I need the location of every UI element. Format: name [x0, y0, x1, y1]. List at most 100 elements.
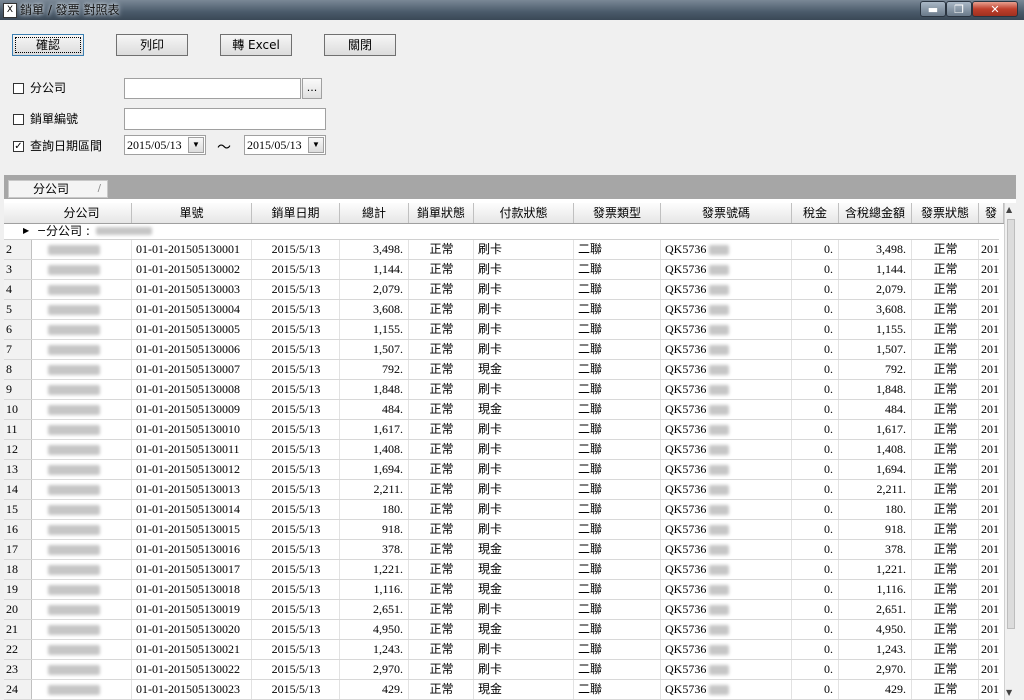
row-number: 24 — [4, 680, 32, 699]
table-row[interactable]: 17 01-01-201505130016 2015/5/13 378. 正常 現金 二聯 Q… — [4, 540, 999, 560]
column-header[interactable]: 發票號碼 — [661, 203, 792, 223]
table-row[interactable]: 19 01-01-201505130018 2015/5/13 1,116. 正常 現金 二… — [4, 580, 999, 600]
column-header[interactable]: 付款狀態 — [474, 203, 574, 223]
collapse-icon[interactable]: − — [37, 224, 46, 237]
cell-pay: 刷卡 — [478, 602, 503, 616]
branch-input[interactable] — [124, 78, 301, 99]
cell-inv-type: 二聯 — [578, 362, 603, 376]
cell-tax: 0. — [824, 482, 833, 496]
order-number-input[interactable] — [124, 108, 326, 130]
order-number-checkbox[interactable] — [13, 114, 24, 125]
column-header[interactable]: 銷單日期 — [252, 203, 340, 223]
date-from-picker[interactable]: 2015/05/13 ▼ — [124, 135, 206, 155]
group-by-branch-chip[interactable]: 分公司 / — [8, 180, 108, 198]
table-row[interactable]: 22 01-01-201505130021 2015/5/13 1,243. 正常 刷卡 二… — [4, 640, 999, 660]
column-header[interactable]: 發票狀態 — [912, 203, 979, 223]
cell-status: 正常 — [429, 282, 454, 296]
cell-status: 正常 — [429, 362, 454, 376]
cell-order: 01-01-201505130002 — [136, 262, 240, 276]
close-window-button[interactable]: ✕ — [972, 1, 1018, 17]
redacted-branch-name — [48, 265, 100, 275]
cell-order: 01-01-201505130004 — [136, 302, 240, 316]
table-row[interactable]: 8 01-01-201505130007 2015/5/13 792. 正常 現金 二聯 QK… — [4, 360, 999, 380]
table-row[interactable]: 4 01-01-201505130003 2015/5/13 2,079. 正常 刷卡 二聯… — [4, 280, 999, 300]
column-header[interactable]: 分公司 — [32, 203, 132, 223]
table-row[interactable]: 5 01-01-201505130004 2015/5/13 3,608. 正常 刷卡 二聯… — [4, 300, 999, 320]
dropdown-arrow-icon[interactable]: ▼ — [188, 137, 204, 153]
table-row[interactable]: 3 01-01-201505130002 2015/5/13 1,144. 正常 刷卡 二聯… — [4, 260, 999, 280]
date-range-checkbox[interactable]: ✓ — [13, 141, 24, 152]
group-row[interactable]: ▶ − 分公司 : — [4, 224, 999, 240]
column-header[interactable]: 總計 — [340, 203, 409, 223]
table-row[interactable]: 21 01-01-201505130020 2015/5/13 4,950. 正常 現金 二… — [4, 620, 999, 640]
table-row[interactable]: 18 01-01-201505130017 2015/5/13 1,221. 正常 現金 二… — [4, 560, 999, 580]
table-row[interactable]: 14 01-01-201505130013 2015/5/13 2,211. 正常 刷卡 二… — [4, 480, 999, 500]
column-header[interactable]: 含稅總金額 — [839, 203, 912, 223]
export-excel-button[interactable]: 轉 Excel — [220, 34, 292, 56]
cell-pay: 刷卡 — [478, 422, 503, 436]
column-header[interactable]: 發 — [979, 203, 1004, 223]
title-bar[interactable]: X 銷單 / 發票 對照表 ▬ ❐ ✕ — [0, 0, 1024, 20]
table-row[interactable]: 23 01-01-201505130022 2015/5/13 2,970. 正常 刷卡 二… — [4, 660, 999, 680]
cell-order: 01-01-201505130008 — [136, 382, 240, 396]
table-row[interactable]: 11 01-01-201505130010 2015/5/13 1,617. 正常 刷卡 二… — [4, 420, 999, 440]
scroll-thumb[interactable] — [1007, 219, 1015, 629]
table-row[interactable]: 2 01-01-201505130001 2015/5/13 3,498. 正常 刷卡 二聯… — [4, 240, 999, 260]
redacted-invoice-suffix — [709, 405, 729, 415]
confirm-button[interactable]: 確認 — [12, 34, 84, 56]
redacted-invoice-suffix — [709, 445, 729, 455]
redacted-invoice-suffix — [709, 585, 729, 595]
cell-tax: 0. — [824, 382, 833, 396]
cell-total: 429. — [382, 682, 403, 696]
scroll-down-icon[interactable]: ▼ — [1006, 688, 1012, 697]
cell-inv-type: 二聯 — [578, 542, 603, 556]
cell-inv-type: 二聯 — [578, 242, 603, 256]
dropdown-arrow-icon[interactable]: ▼ — [308, 137, 324, 153]
table-row[interactable]: 7 01-01-201505130006 2015/5/13 1,507. 正常 刷卡 二聯… — [4, 340, 999, 360]
redacted-invoice-suffix — [709, 425, 729, 435]
maximize-button[interactable]: ❐ — [946, 1, 972, 17]
data-grid[interactable]: 分公司 單號 銷單日期 總計 銷單狀態 付款狀態 發票類型 發票號碼 稅金 含稅總金額 發票狀態發 … — [4, 199, 1016, 700]
cell-order: 01-01-201505130023 — [136, 682, 240, 696]
row-number: 11 — [4, 420, 32, 439]
redacted-branch-name — [48, 645, 100, 655]
cell-pay: 刷卡 — [478, 322, 503, 336]
cell-inv-type: 二聯 — [578, 302, 603, 316]
table-row[interactable]: 9 01-01-201505130008 2015/5/13 1,848. 正常 刷卡 二聯… — [4, 380, 999, 400]
column-header[interactable]: 稅金 — [792, 203, 839, 223]
cell-order: 01-01-201505130021 — [136, 642, 240, 656]
column-header[interactable]: 單號 — [132, 203, 252, 223]
cell-extra: 201 — [981, 342, 999, 356]
cell-gross: 918. — [885, 522, 906, 536]
close-button[interactable]: 關閉 — [324, 34, 396, 56]
branch-browse-button[interactable]: ... — [302, 78, 322, 99]
branch-checkbox[interactable] — [13, 83, 24, 94]
cell-date: 2015/5/13 — [271, 582, 321, 596]
cell-gross: 4,950. — [876, 622, 906, 636]
cell-inv-status: 正常 — [933, 602, 958, 616]
cell-extra: 201 — [981, 562, 999, 576]
cell-pay: 刷卡 — [478, 382, 503, 396]
print-button[interactable]: 列印 — [116, 34, 188, 56]
app-icon[interactable]: X — [3, 3, 17, 18]
cell-extra: 201 — [981, 242, 999, 256]
column-header[interactable]: 銷單狀態 — [409, 203, 474, 223]
table-row[interactable]: 6 01-01-201505130005 2015/5/13 1,155. 正常 刷卡 二聯… — [4, 320, 999, 340]
table-row[interactable]: 12 01-01-201505130011 2015/5/13 1,408. 正常 刷卡 二… — [4, 440, 999, 460]
table-row[interactable]: 24 01-01-201505130023 2015/5/13 429. 正常 現金 二聯 Q… — [4, 680, 999, 700]
vertical-scrollbar[interactable]: ▲ ▼ — [1004, 203, 1016, 700]
cell-gross: 429. — [885, 682, 906, 696]
table-row[interactable]: 15 01-01-201505130014 2015/5/13 180. 正常 刷卡 二聯 Q… — [4, 500, 999, 520]
table-row[interactable]: 10 01-01-201505130009 2015/5/13 484. 正常 現金 二聯 Q… — [4, 400, 999, 420]
column-header[interactable]: 發票類型 — [574, 203, 661, 223]
cell-inv-type: 二聯 — [578, 502, 603, 516]
date-to-picker[interactable]: 2015/05/13 ▼ — [244, 135, 326, 155]
date-to-value: 2015/05/13 — [247, 138, 302, 152]
minimize-button[interactable]: ▬ — [920, 1, 946, 17]
table-row[interactable]: 16 01-01-201505130015 2015/5/13 918. 正常 刷卡 二聯 Q… — [4, 520, 999, 540]
cell-extra: 201 — [981, 442, 999, 456]
table-row[interactable]: 13 01-01-201505130012 2015/5/13 1,694. 正常 刷卡 二… — [4, 460, 999, 480]
scroll-up-icon[interactable]: ▲ — [1006, 205, 1012, 214]
cell-order: 01-01-201505130012 — [136, 462, 240, 476]
table-row[interactable]: 20 01-01-201505130019 2015/5/13 2,651. 正常 刷卡 二… — [4, 600, 999, 620]
